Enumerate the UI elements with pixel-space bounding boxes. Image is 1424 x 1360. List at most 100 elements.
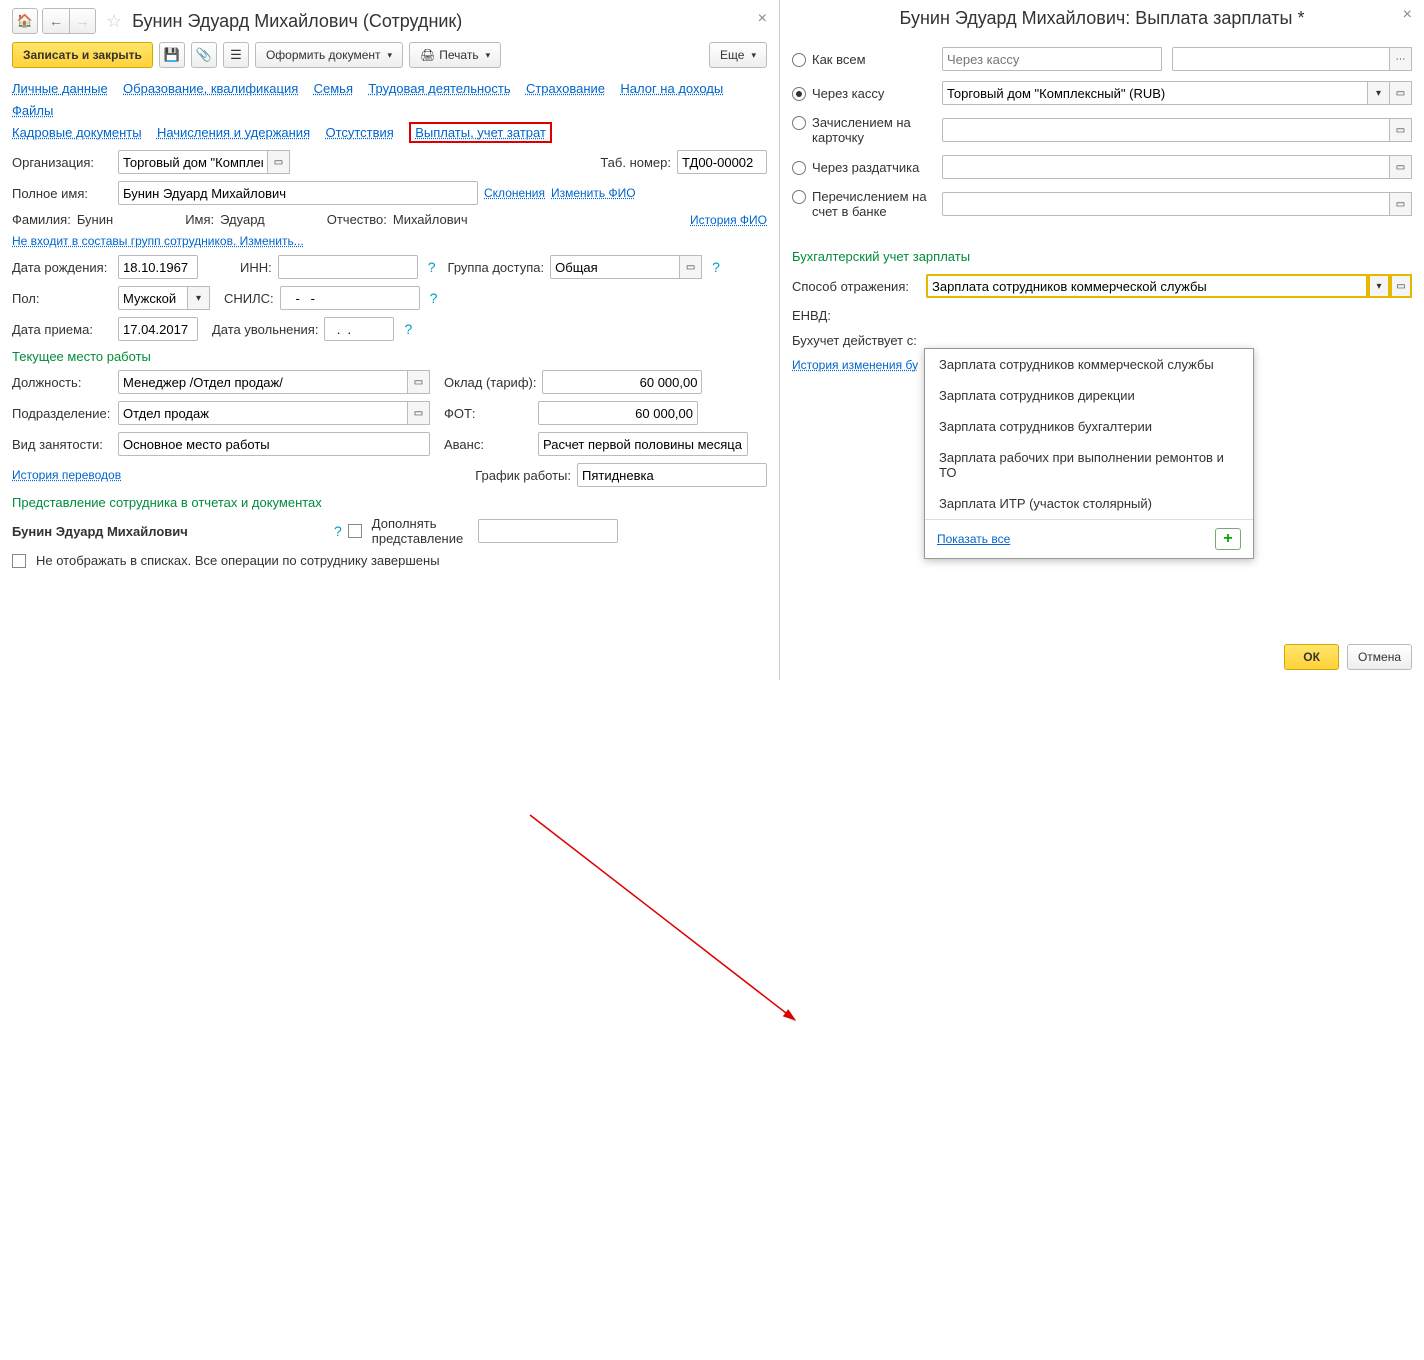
- snils-help-icon[interactable]: ?: [430, 290, 438, 306]
- bank-open-button[interactable]: ▭: [1390, 192, 1412, 216]
- cancel-button[interactable]: Отмена: [1347, 644, 1412, 670]
- emp-type-input[interactable]: [118, 432, 430, 456]
- tabno-input[interactable]: [677, 150, 767, 174]
- favorite-icon[interactable]: ☆: [106, 11, 122, 32]
- schedule-input[interactable]: [577, 463, 767, 487]
- org-input[interactable]: [118, 150, 268, 174]
- fire-help-icon[interactable]: ?: [404, 321, 412, 337]
- surname-value: Бунин: [77, 212, 113, 227]
- reflection-open-button[interactable]: ▭: [1390, 274, 1412, 298]
- dropdown-item[interactable]: Зарплата ИТР (участок столярный): [925, 488, 1253, 519]
- all-input-2-open[interactable]: ⋯: [1390, 47, 1412, 71]
- dropdown-item[interactable]: Зарплата сотрудников коммерческой службы: [925, 349, 1253, 380]
- distributor-input[interactable]: [942, 155, 1390, 179]
- radio-icon: [792, 161, 806, 175]
- dept-label: Подразделение:: [12, 406, 112, 421]
- inn-help-icon[interactable]: ?: [428, 259, 436, 275]
- chevron-down-icon: ▾: [486, 50, 491, 61]
- transfer-history-link[interactable]: История переводов: [12, 468, 121, 482]
- fullname-input[interactable]: [118, 181, 478, 205]
- position-label: Должность:: [12, 375, 112, 390]
- org-open-button[interactable]: ▭: [268, 150, 290, 174]
- tab-insurance[interactable]: Страхование: [526, 81, 605, 96]
- close-icon[interactable]: ×: [758, 10, 767, 28]
- home-button[interactable]: 🏠: [12, 8, 38, 34]
- sex-input[interactable]: [118, 286, 188, 310]
- card-input[interactable]: [942, 118, 1390, 142]
- radio-all[interactable]: Как всем: [792, 52, 932, 67]
- ok-button[interactable]: ОК: [1284, 644, 1339, 670]
- group-open-button[interactable]: ▭: [680, 255, 702, 279]
- tab-income-tax[interactable]: Налог на доходы: [620, 81, 723, 96]
- cash-open-button[interactable]: ▭: [1390, 81, 1412, 105]
- cash-dropdown-button[interactable]: ▾: [1368, 81, 1390, 105]
- name-value: Эдуард: [220, 212, 265, 227]
- salary-input[interactable]: [542, 370, 702, 394]
- tab-education[interactable]: Образование, квалификация: [123, 81, 298, 96]
- right-close-icon[interactable]: ×: [1403, 6, 1412, 24]
- tab-accruals[interactable]: Начисления и удержания: [157, 125, 310, 140]
- dropdown-item[interactable]: Зарплата сотрудников бухгалтерии: [925, 411, 1253, 442]
- save-close-button[interactable]: Записать и закрыть: [12, 42, 153, 68]
- valid-from-label: Бухучет действует с:: [792, 333, 920, 348]
- distributor-open-button[interactable]: ▭: [1390, 155, 1412, 179]
- forward-button[interactable]: →: [69, 9, 95, 33]
- group-input[interactable]: [550, 255, 680, 279]
- hire-date-input[interactable]: [118, 317, 198, 341]
- all-input-2[interactable]: [1172, 47, 1390, 71]
- dropdown-item[interactable]: Зарплата рабочих при выполнении ремонтов…: [925, 442, 1253, 488]
- declensions-link[interactable]: Склонения: [484, 186, 545, 200]
- nav-back-forward: ← →: [42, 8, 96, 34]
- save-button[interactable]: 💾: [159, 42, 185, 68]
- tab-absences[interactable]: Отсутствия: [325, 125, 393, 140]
- back-button[interactable]: ←: [43, 9, 69, 33]
- bank-input[interactable]: [942, 192, 1390, 216]
- print-button[interactable]: 🖨Печать▾: [409, 42, 501, 68]
- advance-input[interactable]: [538, 432, 748, 456]
- dropdown-item[interactable]: Зарплата сотрудников дирекции: [925, 380, 1253, 411]
- radio-distributor[interactable]: Через раздатчика: [792, 160, 932, 175]
- change-fio-link[interactable]: Изменить ФИО: [551, 186, 636, 200]
- group-help-icon[interactable]: ?: [712, 259, 720, 275]
- hide-in-lists-checkbox[interactable]: [12, 554, 26, 568]
- list-button[interactable]: ☰: [223, 42, 249, 68]
- groups-link[interactable]: Не входит в составы групп сотрудников. И…: [12, 234, 304, 248]
- cash-input[interactable]: [942, 81, 1368, 105]
- radio-cash[interactable]: Через кассу: [792, 86, 932, 101]
- reflection-input[interactable]: [926, 274, 1368, 298]
- more-button[interactable]: Еще▾: [709, 42, 767, 68]
- radio-card[interactable]: Зачислением на карточку: [792, 115, 932, 145]
- section-tabs: Личные данные Образование, квалификация …: [12, 78, 767, 144]
- tab-family[interactable]: Семья: [314, 81, 353, 96]
- tab-personal[interactable]: Личные данные: [12, 81, 108, 96]
- salary-label: Оклад (тариф):: [444, 375, 536, 390]
- add-button[interactable]: +: [1215, 528, 1241, 550]
- dept-input[interactable]: [118, 401, 408, 425]
- all-input[interactable]: [942, 47, 1162, 71]
- dept-open-button[interactable]: ▭: [408, 401, 430, 425]
- radio-bank[interactable]: Перечислением на счет в банке: [792, 189, 932, 219]
- tab-payments[interactable]: Выплаты, учет затрат: [409, 122, 552, 143]
- fire-date-input[interactable]: [324, 317, 394, 341]
- sex-dropdown-button[interactable]: ▾: [188, 286, 210, 310]
- dob-input[interactable]: [118, 255, 198, 279]
- history-fio-link[interactable]: История ФИО: [690, 213, 767, 227]
- tab-hr-docs[interactable]: Кадровые документы: [12, 125, 142, 140]
- show-all-link[interactable]: Показать все: [937, 532, 1010, 546]
- accounting-history-link[interactable]: История изменения бу: [792, 358, 918, 372]
- repr-help-icon[interactable]: ?: [334, 523, 342, 539]
- position-open-button[interactable]: ▭: [408, 370, 430, 394]
- inn-input[interactable]: [278, 255, 418, 279]
- attach-button[interactable]: 📎: [191, 42, 217, 68]
- reflection-dropdown-button[interactable]: ▾: [1368, 274, 1390, 298]
- card-open-button[interactable]: ▭: [1390, 118, 1412, 142]
- append-repr-checkbox[interactable]: [348, 524, 362, 538]
- snils-input[interactable]: [280, 286, 420, 310]
- fot-input[interactable]: [538, 401, 698, 425]
- tab-career[interactable]: Трудовая деятельность: [368, 81, 510, 96]
- patronymic-value: Михайлович: [393, 212, 468, 227]
- create-document-button[interactable]: Оформить документ▾: [255, 42, 403, 68]
- position-input[interactable]: [118, 370, 408, 394]
- repr-suffix-input[interactable]: [478, 519, 618, 543]
- tab-files[interactable]: Файлы: [12, 103, 53, 118]
